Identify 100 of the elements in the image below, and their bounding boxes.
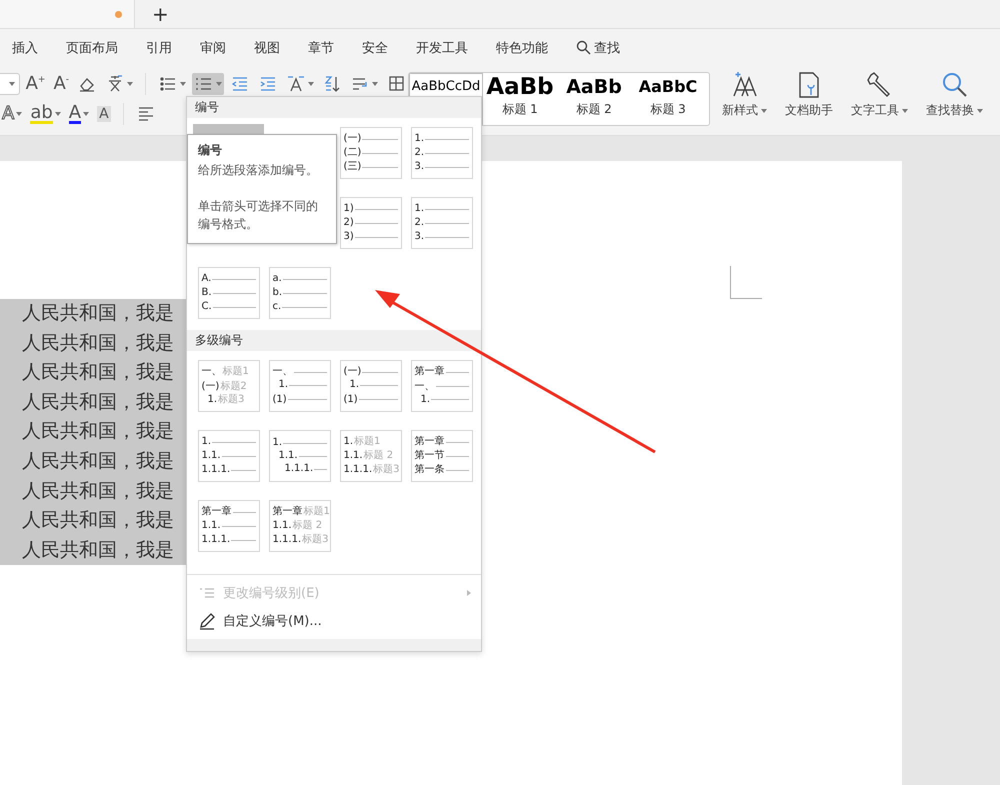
multilevel-style-option[interactable]: 一、 1. (1) xyxy=(268,360,330,412)
ribbon-tab[interactable]: 页面布局 xyxy=(66,38,118,56)
character-shading-button[interactable]: A xyxy=(95,104,113,122)
number-label: 1) xyxy=(344,203,354,215)
number-label: 1.1. xyxy=(272,520,292,532)
ribbon-tab[interactable]: 视图 xyxy=(254,38,280,56)
caret-icon xyxy=(372,82,378,86)
tooltip-text: 给所选段落添加编号。 xyxy=(198,162,319,179)
numbering-style-option[interactable]: (一) (二) (三) xyxy=(340,127,402,179)
number-label: 第一条 xyxy=(414,464,444,476)
search-tab[interactable]: 查找 xyxy=(576,38,620,56)
style-sample[interactable]: AaBb xyxy=(486,73,554,101)
submenu-arrow-icon xyxy=(467,590,471,596)
number-label: 一、 xyxy=(202,366,222,378)
ribbon-tool-button[interactable]: 文字工具 xyxy=(845,66,914,123)
multilevel-style-option[interactable]: 1. 1.1. 1.1.1. xyxy=(198,430,260,482)
number-label: 第一章 xyxy=(414,366,444,378)
numbering-style-option[interactable]: 1) 2) 3) xyxy=(340,197,402,249)
ribbon-tab[interactable]: 审阅 xyxy=(200,38,226,56)
number-label: (一) xyxy=(344,366,362,378)
caret-icon xyxy=(54,112,61,116)
tooltip-text: 单击箭头可选择不同的编号格式。 xyxy=(198,198,319,233)
number-label: 第一章 xyxy=(272,506,302,518)
caret-icon xyxy=(761,108,767,112)
sort-icon xyxy=(322,74,342,94)
numbering-style-option[interactable]: 1. 2. 3. xyxy=(410,127,472,179)
caret-icon xyxy=(902,108,908,112)
style-name[interactable]: 标题 3 xyxy=(650,101,686,118)
number-label: C. xyxy=(202,301,212,313)
multilevel-style-option[interactable]: (一) 1. (1) xyxy=(340,360,402,412)
heading-caption: 标题1 xyxy=(222,366,249,378)
heading-caption: 标题 2 xyxy=(292,520,322,532)
number-label: 1.1.1. xyxy=(344,464,372,476)
multilevel-style-option[interactable]: 第一章标题1 1.1.标题 2 1.1.1.标题3 xyxy=(268,500,330,552)
number-label: 一、 xyxy=(272,366,292,378)
number-label: 1. xyxy=(414,133,424,145)
grow-font-button[interactable]: A$^{+}$ xyxy=(24,72,48,95)
numbering-style-option[interactable]: 1. 2. 3. xyxy=(410,197,472,249)
number-label: 1. xyxy=(278,379,288,392)
ribbon-tab[interactable]: 安全 xyxy=(362,38,388,56)
style-sample[interactable]: AaBb xyxy=(566,73,622,101)
number-label: (三) xyxy=(344,161,362,173)
number-label: 3. xyxy=(414,231,424,243)
shrink-font-button[interactable]: A$^{-}$ xyxy=(51,72,72,95)
font-size-combo[interactable] xyxy=(0,72,20,94)
number-label: 第一章 xyxy=(202,506,232,518)
number-label: 一、 xyxy=(414,380,434,393)
ribbon-tab[interactable]: 开发工具 xyxy=(416,38,468,56)
ribbon-tool-button[interactable]: 新样式 xyxy=(716,66,773,123)
number-label: 1.1.1. xyxy=(202,534,230,546)
number-label: (一) xyxy=(202,380,220,393)
style-name[interactable]: 标题 1 xyxy=(502,101,538,118)
number-label: (二) xyxy=(344,147,362,159)
caret-icon xyxy=(308,82,314,86)
number-label: a. xyxy=(272,273,282,285)
number-label: 1. xyxy=(344,436,354,448)
ribbon-tool-button[interactable]: 文档助手 xyxy=(779,66,839,123)
section-header: 多级编号 xyxy=(187,330,481,351)
caret-icon xyxy=(180,82,186,86)
search-icon xyxy=(576,40,591,55)
style-name[interactable]: 标题 2 xyxy=(576,101,612,118)
style-sample[interactable]: AaBbC xyxy=(638,73,698,101)
number-label: 1.1.1. xyxy=(272,534,302,546)
ribbon-tool-button[interactable]: 查找替换 xyxy=(920,66,989,123)
ribbon-tab[interactable]: 引用 xyxy=(146,38,172,56)
multilevel-style-option[interactable]: 1.标题1 1.1.标题 2 1.1.1.标题3 xyxy=(340,430,402,482)
number-label: 第一章 xyxy=(414,436,444,448)
highlight-button[interactable]: ab xyxy=(28,102,63,124)
multilevel-style-option[interactable]: 第一章 一、 1. xyxy=(410,360,472,412)
menu-item[interactable]: 自定义编号(M)... xyxy=(187,607,481,635)
number-label: 1.1.1. xyxy=(202,464,230,476)
numbering-style-option[interactable]: A. B. C. xyxy=(198,267,260,319)
number-label: 2. xyxy=(414,217,424,229)
number-label: 第一节 xyxy=(414,450,444,462)
caret-icon xyxy=(8,82,15,86)
multilevel-style-option[interactable]: 一、标题1 (一)标题2 1.标题3 xyxy=(198,360,260,412)
caret-icon xyxy=(16,112,22,116)
heading-caption: 标题1 xyxy=(304,506,330,518)
section-header: 编号 xyxy=(187,97,481,118)
number-label: A. xyxy=(202,273,212,285)
multilevel-style-option[interactable]: 1. 1.1. 1.1.1. xyxy=(268,430,330,482)
pencil-icon xyxy=(197,611,217,631)
numbering-button[interactable] xyxy=(192,72,224,94)
new-tab-button[interactable]: + xyxy=(135,0,186,28)
number-label: 1. xyxy=(272,437,282,449)
number-label: 1.1. xyxy=(202,520,221,532)
number-label: 1. xyxy=(420,394,430,406)
number-label: 1.1. xyxy=(344,450,363,462)
numbering-style-option[interactable]: a. b. c. xyxy=(268,267,330,319)
number-label: 1. xyxy=(202,436,212,448)
ribbon-tab[interactable]: 特色功能 xyxy=(496,38,548,56)
heading-caption: 标题3 xyxy=(302,534,328,546)
multilevel-style-option[interactable]: 第一章 1.1. 1.1.1. xyxy=(198,500,260,552)
ribbon-tab[interactable]: 章节 xyxy=(308,38,334,56)
number-label: 1.1. xyxy=(202,450,221,462)
ribbon-tab[interactable]: 插入 xyxy=(12,38,38,56)
heading-caption: 标题3 xyxy=(373,464,400,476)
font-color-button[interactable]: A xyxy=(66,102,92,124)
number-label: 3. xyxy=(414,161,424,173)
multilevel-style-option[interactable]: 第一章 第一节 第一条 xyxy=(410,430,472,482)
